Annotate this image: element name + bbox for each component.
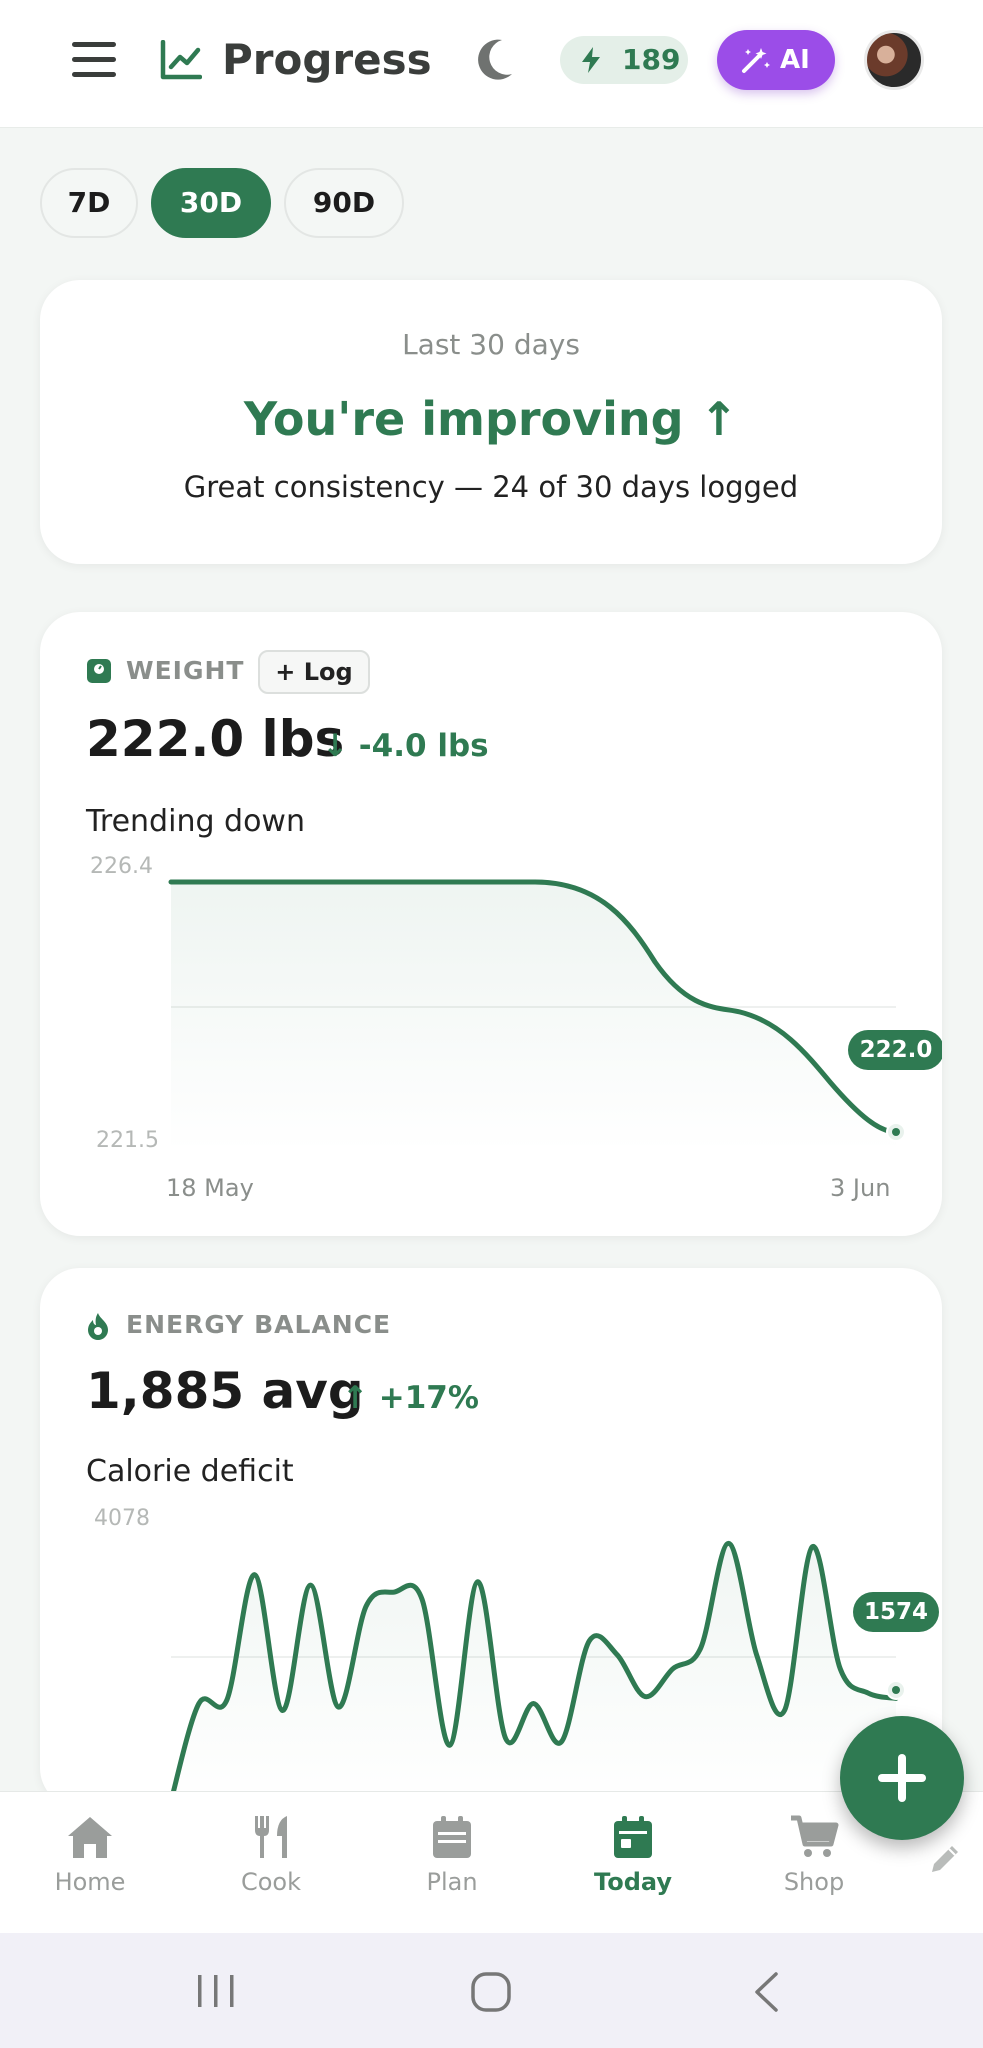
- weight-x-start: 18 May: [166, 1174, 254, 1202]
- add-fab-button[interactable]: [840, 1716, 964, 1840]
- utensils-icon: [255, 1816, 287, 1858]
- summary-card: Last 30 days You're improving ↑ Great co…: [40, 280, 942, 564]
- app-header: Progress 189 AI: [0, 0, 983, 128]
- nav-today-label: Today: [594, 1868, 672, 1896]
- system-nav-bar: [0, 1933, 983, 2048]
- energy-y-max: 4078: [94, 1506, 150, 1531]
- nav-home[interactable]: Home: [30, 1814, 150, 1896]
- weight-current-pill: 222.0: [848, 1030, 942, 1070]
- summary-subtitle: Great consistency — 24 of 30 days logged: [183, 470, 799, 504]
- line-chart-icon: [160, 40, 202, 80]
- plus-icon-v: [898, 1754, 906, 1802]
- bottom-nav: Home Cook Plan Today Shop: [0, 1791, 983, 1933]
- nav-home-label: Home: [54, 1868, 126, 1896]
- pencil-icon[interactable]: [928, 1842, 962, 1876]
- energy-card: ENERGY BALANCE 1,885 avg ↑ +17% Calorie …: [40, 1268, 942, 1808]
- magic-wand-icon: [742, 48, 770, 73]
- tab-30d[interactable]: 30D: [151, 168, 271, 238]
- energy-area: [171, 1543, 896, 1808]
- streak-count: 189: [622, 43, 681, 76]
- avatar[interactable]: [864, 30, 924, 90]
- calendar-day-icon: [614, 1816, 652, 1858]
- summary-period: Last 30 days: [402, 328, 580, 361]
- weight-area: [171, 882, 896, 1152]
- recent-apps-icon[interactable]: [196, 1973, 236, 2009]
- page-title: Progress: [222, 35, 432, 84]
- weight-x-end: 3 Jun: [830, 1174, 891, 1202]
- weight-last-point-dot: [892, 1128, 900, 1136]
- nav-today[interactable]: Today: [573, 1814, 693, 1896]
- bolt-icon: [582, 47, 600, 73]
- streak-badge[interactable]: 189: [560, 36, 688, 84]
- menu-icon[interactable]: [72, 40, 116, 80]
- cart-icon: [791, 1815, 839, 1857]
- nav-cook[interactable]: Cook: [211, 1814, 331, 1896]
- tab-7d[interactable]: 7D: [40, 168, 138, 238]
- nav-cook-label: Cook: [240, 1868, 302, 1896]
- ai-label: AI: [780, 45, 810, 75]
- nav-plan-label: Plan: [426, 1868, 478, 1896]
- home-icon: [68, 1817, 112, 1858]
- weight-y-min: 221.5: [96, 1128, 159, 1153]
- energy-current-pill: 1574: [853, 1592, 939, 1632]
- tab-90d[interactable]: 90D: [284, 168, 404, 238]
- moon-icon[interactable]: [476, 36, 516, 82]
- ai-button[interactable]: AI: [717, 30, 835, 90]
- back-icon[interactable]: [752, 1971, 780, 2013]
- nav-plan[interactable]: Plan: [392, 1814, 512, 1896]
- weight-card: WEIGHT + Log 222.0 lbs ↓ -4.0 lbs Trendi…: [40, 612, 942, 1236]
- summary-headline: You're improving ↑: [243, 392, 739, 446]
- energy-last-point-dot: [892, 1686, 900, 1694]
- nav-shop[interactable]: Shop: [754, 1814, 874, 1896]
- energy-chart: [168, 1540, 906, 1808]
- calendar-icon: [433, 1816, 471, 1858]
- weight-y-max: 226.4: [90, 854, 153, 879]
- home-system-icon[interactable]: [470, 1971, 512, 2013]
- nav-shop-label: Shop: [783, 1868, 845, 1896]
- weight-chart: [168, 879, 906, 1152]
